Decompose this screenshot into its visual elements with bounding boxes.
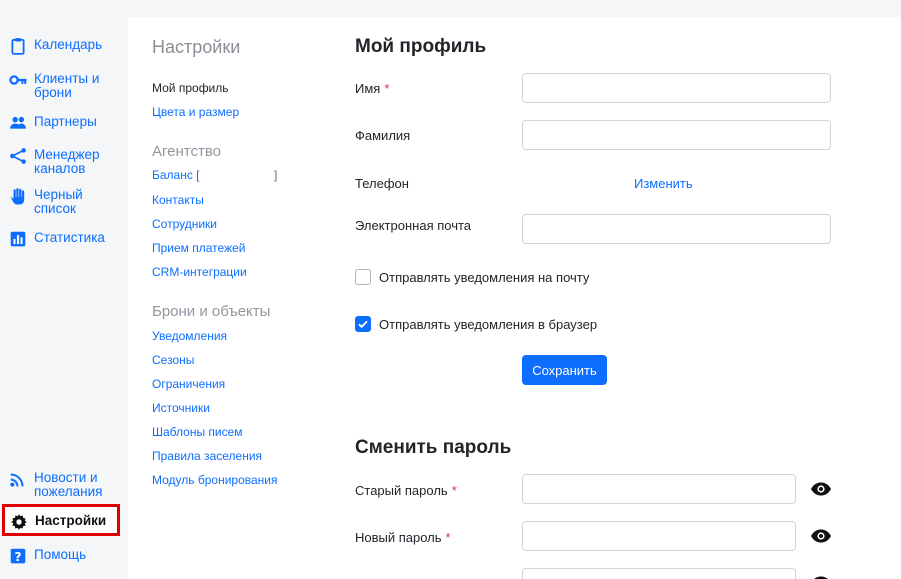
old-password-label: Старый пароль * [355,483,457,498]
sidebar-item-help[interactable]: ? Помощь [8,547,86,565]
sidebar-item-blacklist[interactable]: Черный список [8,187,108,216]
sidebar-item-label: Календарь [34,37,103,52]
share-icon [8,147,28,165]
new-password-label: Новый пароль * [355,530,451,545]
settings-link-notifications[interactable]: Уведомления [152,329,227,343]
email-input[interactable] [522,214,831,244]
sidebar: Календарь Клиенты и брони Партнеры Менед… [0,17,128,579]
notify-email-label: Отправлять уведомления на почту [379,269,590,285]
sidebar-item-label: Менеджер каналов [34,147,100,176]
settings-link-colors[interactable]: Цвета и размер [152,105,239,119]
phone-label: Телефон [355,176,409,191]
svg-text:?: ? [14,550,21,564]
last-name-input[interactable] [522,120,831,150]
email-label: Электронная почта [355,218,472,233]
sidebar-item-partners[interactable]: Партнеры [8,114,97,132]
section-title-agency: Агентство [152,143,221,160]
sidebar-item-calendar[interactable]: Календарь [8,37,102,55]
settings-link-payments[interactable]: Прием платежей [152,241,245,255]
change-password-title: Сменить пароль [355,437,512,458]
confirm-password-input[interactable] [522,568,796,579]
notify-browser-label: Отправлять уведомления в браузер [379,316,598,332]
top-strip [0,0,901,17]
sidebar-item-label: Партнеры [34,114,97,129]
eye-icon[interactable] [810,528,832,544]
phone-change-link[interactable]: Изменить [634,176,693,191]
settings-link-sources[interactable]: Источники [152,401,210,415]
notify-browser-checkbox-row[interactable]: Отправлять уведомления в браузер [355,316,597,332]
required-mark: * [451,483,457,498]
key-icon [8,71,28,89]
required-mark: * [384,81,390,96]
settings-link-restrictions[interactable]: Ограничения [152,377,225,391]
bar-chart-icon [8,230,28,248]
save-button[interactable]: Сохранить [522,355,607,385]
sidebar-item-label: Клиенты и брони [34,71,100,100]
notify-email-checkbox-row[interactable]: Отправлять уведомления на почту [355,269,589,285]
people-icon [8,114,28,132]
required-mark: * [445,530,451,545]
settings-link-employees[interactable]: Сотрудники [152,217,217,231]
settings-link-crm[interactable]: CRM-интеграции [152,265,247,279]
eye-icon[interactable] [810,575,832,579]
first-name-label-text: Имя [355,81,381,96]
main-content: Мой профиль Имя * Фамилия Телефон Изменит… [328,17,901,579]
settings-link-contacts[interactable]: Контакты [152,193,204,207]
notify-browser-checkbox[interactable] [355,316,371,332]
sidebar-item-news[interactable]: Новости и пожелания [8,470,118,499]
old-password-input[interactable] [522,474,796,504]
settings-link-balance[interactable]: Баланс [ ] [152,168,282,182]
settings-link-profile[interactable]: Мой профиль [152,81,229,95]
last-name-label: Фамилия [355,128,411,143]
sidebar-item-settings-active: Настройки [2,504,120,536]
notify-email-checkbox[interactable] [355,269,371,285]
settings-link-email-templates[interactable]: Шаблоны писем [152,425,243,439]
sidebar-item-label: Настройки [35,513,107,528]
balance-bracket-close: ] [274,168,278,182]
clipboard-icon [8,37,28,55]
sidebar-item-clients[interactable]: Клиенты и брони [8,71,118,100]
balance-label: Баланс [ [152,168,200,182]
sidebar-item-channel-manager[interactable]: Менеджер каналов [8,147,118,176]
sidebar-item-label: Новости и пожелания [34,470,103,499]
sidebar-item-label: Статистика [34,230,105,245]
sidebar-item-label: Черный список [34,187,83,216]
settings-menu: Настройки Мой профиль Цвета и размер Аге… [128,17,328,579]
new-password-input[interactable] [522,521,796,551]
gear-icon [9,513,29,531]
settings-link-seasons[interactable]: Сезоны [152,353,194,367]
settings-link-booking-module[interactable]: Модуль бронирования [152,473,278,487]
settings-title: Настройки [152,37,241,57]
sidebar-item-label: Помощь [34,547,87,562]
old-password-label-text: Старый пароль [355,483,448,498]
first-name-label: Имя * [355,81,389,96]
wifi-icon [8,470,28,488]
hand-icon [8,187,28,205]
eye-icon[interactable] [810,481,832,497]
section-title-bookings: Брони и объекты [152,303,271,320]
checkmark-icon [358,320,368,329]
question-icon: ? [8,547,28,565]
new-password-label-text: Новый пароль [355,530,442,545]
settings-link-checkin-rules[interactable]: Правила заселения [152,449,262,463]
sidebar-item-settings[interactable]: Настройки [9,513,106,531]
profile-title: Мой профиль [355,36,487,57]
first-name-input[interactable] [522,73,831,103]
sidebar-item-statistics[interactable]: Статистика [8,230,105,248]
